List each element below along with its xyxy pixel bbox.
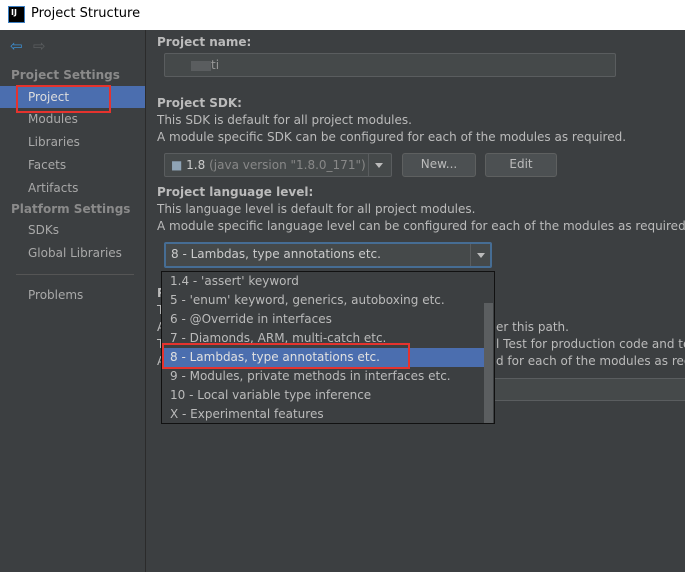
- project-sdk-label: Project SDK:: [157, 96, 242, 110]
- dropdown-option[interactable]: 5 - 'enum' keyword, generics, autoboxing…: [163, 291, 484, 310]
- sidebar-item-sdks[interactable]: SDKs: [28, 223, 59, 237]
- sidebar-item-global-libraries[interactable]: Global Libraries: [28, 246, 122, 260]
- sdk-folder-icon: ■: [171, 158, 183, 172]
- dropdown-option[interactable]: 9 - Modules, private methods in interfac…: [163, 367, 484, 386]
- hidden-text: er this path.: [496, 320, 569, 334]
- project-name-label: Project name:: [157, 35, 252, 49]
- combo-divider: [470, 244, 471, 266]
- sidebar-divider: [16, 274, 134, 275]
- sidebar: ⇦ ⇨ Project Settings Project Modules Lib…: [0, 30, 146, 572]
- new-sdk-button[interactable]: New...: [402, 153, 476, 177]
- section-platform-settings: Platform Settings: [11, 202, 131, 216]
- chevron-down-icon[interactable]: [375, 163, 383, 168]
- back-arrow-icon[interactable]: ⇦: [10, 37, 23, 55]
- dropdown-option[interactable]: X - Experimental features: [163, 405, 484, 424]
- sdk-description: This SDK is default for all project modu…: [157, 113, 412, 127]
- chevron-down-icon[interactable]: [477, 253, 485, 258]
- project-name-input[interactable]: ti: [164, 53, 616, 77]
- blurred-text: [191, 60, 211, 71]
- language-level-description-2: A module specific language level can be …: [157, 219, 685, 233]
- intellij-app-icon: IJ: [8, 6, 25, 23]
- dropdown-option[interactable]: 10 - Local variable type inference: [163, 386, 484, 405]
- forward-arrow-icon[interactable]: ⇨: [33, 37, 46, 55]
- dropdown-option[interactable]: 6 - @Override in interfaces: [163, 310, 484, 329]
- section-project-settings: Project Settings: [11, 68, 120, 82]
- hidden-text: d for each of the modules as requ: [496, 354, 685, 368]
- sdk-description-2: A module specific SDK can be configured …: [157, 130, 627, 144]
- highlight-box: [162, 343, 410, 369]
- hidden-output-field[interactable]: [480, 378, 685, 401]
- window-title: Project Structure: [31, 6, 141, 21]
- language-level-combobox[interactable]: 8 - Lambdas, type annotations etc.: [164, 242, 492, 268]
- language-level-description: This language level is default for all p…: [157, 202, 476, 216]
- sidebar-item-libraries[interactable]: Libraries: [28, 135, 80, 149]
- language-level-label: Project language level:: [157, 185, 314, 199]
- language-level-value: 8 - Lambdas, type annotations etc.: [171, 247, 381, 261]
- edit-sdk-button[interactable]: Edit: [485, 153, 557, 177]
- sidebar-item-modules[interactable]: Modules: [28, 112, 78, 126]
- sidebar-item-artifacts[interactable]: Artifacts: [28, 181, 78, 195]
- hidden-text: l Test for production code and te: [496, 337, 685, 351]
- dropdown-scrollbar[interactable]: [484, 303, 493, 423]
- sidebar-item-facets[interactable]: Facets: [28, 158, 66, 172]
- sidebar-item-project[interactable]: Project: [28, 90, 69, 104]
- sidebar-item-problems[interactable]: Problems: [28, 288, 83, 302]
- sdk-combobox[interactable]: ■ 1.8 (java version "1.8.0_171"): [164, 153, 392, 177]
- title-bar: IJ Project Structure: [0, 0, 685, 30]
- combo-divider: [368, 154, 369, 176]
- dropdown-option[interactable]: 1.4 - 'assert' keyword: [163, 272, 484, 291]
